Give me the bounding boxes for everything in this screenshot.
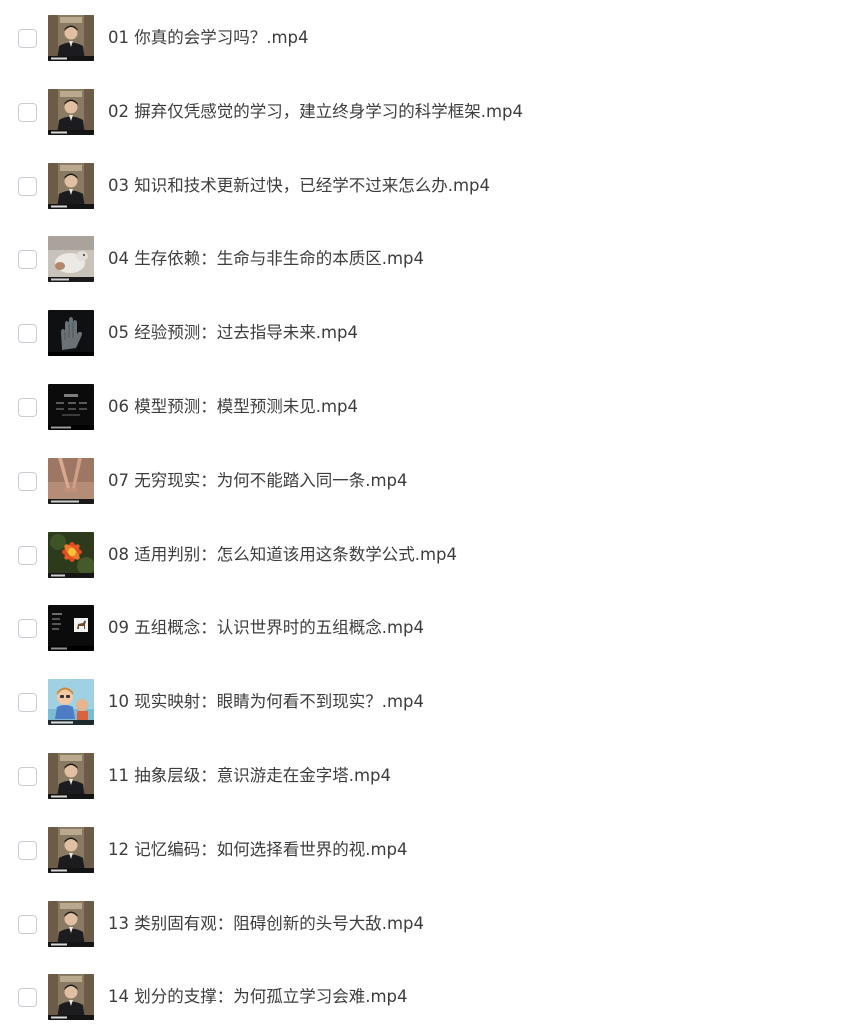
- file-name[interactable]: 02 摒弃仅凭感觉的学习，建立终身学习的科学框架.mp4: [108, 101, 523, 123]
- hand-thumbnail[interactable]: [48, 310, 94, 356]
- file-name[interactable]: 01 你真的会学习吗？.mp4: [108, 27, 309, 49]
- file-row[interactable]: 06 模型预测：模型预测未见.mp4: [0, 381, 846, 441]
- file-row[interactable]: 03 知识和技术更新过快，已经学不过来怎么办.mp4: [0, 160, 846, 220]
- file-row[interactable]: 05 经验预测：过去指导未来.mp4: [0, 307, 846, 367]
- row-checkbox[interactable]: [18, 988, 37, 1007]
- presenter-thumbnail[interactable]: [48, 901, 94, 947]
- file-name[interactable]: 05 经验预测：过去指导未来.mp4: [108, 322, 358, 344]
- file-name[interactable]: 03 知识和技术更新过快，已经学不过来怎么办.mp4: [108, 175, 490, 197]
- file-row[interactable]: 02 摒弃仅凭感觉的学习，建立终身学习的科学框架.mp4: [0, 86, 846, 146]
- file-name[interactable]: 09 五组概念：认识世界时的五组概念.mp4: [108, 617, 424, 639]
- file-row[interactable]: 08 适用判别：怎么知道该用这条数学公式.mp4: [0, 529, 846, 589]
- row-checkbox[interactable]: [18, 250, 37, 269]
- row-checkbox[interactable]: [18, 29, 37, 48]
- file-name[interactable]: 12 记忆编码：如何选择看世界的视.mp4: [108, 839, 408, 861]
- flower-thumbnail[interactable]: [48, 532, 94, 578]
- file-row[interactable]: 01 你真的会学习吗？.mp4: [0, 12, 846, 72]
- file-name[interactable]: 11 抽象层级：意识游走在金字塔.mp4: [108, 765, 391, 787]
- row-checkbox[interactable]: [18, 103, 37, 122]
- row-checkbox[interactable]: [18, 915, 37, 934]
- dark-diagram-thumbnail[interactable]: [48, 384, 94, 430]
- file-name[interactable]: 07 无穷现实：为何不能踏入同一条.mp4: [108, 470, 408, 492]
- row-checkbox[interactable]: [18, 398, 37, 417]
- presenter-thumbnail[interactable]: [48, 974, 94, 1020]
- file-row[interactable]: 09 五组概念：认识世界时的五组概念.mp4: [0, 602, 846, 662]
- file-name[interactable]: 10 现实映射：眼睛为何看不到现实？.mp4: [108, 691, 424, 713]
- file-row[interactable]: 04 生存依赖：生命与非生命的本质区.mp4: [0, 233, 846, 293]
- row-checkbox[interactable]: [18, 841, 37, 860]
- presenter-thumbnail[interactable]: [48, 753, 94, 799]
- row-checkbox[interactable]: [18, 472, 37, 491]
- row-checkbox[interactable]: [18, 767, 37, 786]
- cartoon-thumbnail[interactable]: [48, 679, 94, 725]
- horse-diagram-thumbnail[interactable]: [48, 605, 94, 651]
- file-row[interactable]: 10 现实映射：眼睛为何看不到现实？.mp4: [0, 676, 846, 736]
- file-name[interactable]: 06 模型预测：模型预测未见.mp4: [108, 396, 358, 418]
- presenter-thumbnail[interactable]: [48, 15, 94, 61]
- file-row[interactable]: 14 划分的支撑：为何孤立学习会难.mp4: [0, 971, 846, 1031]
- file-name[interactable]: 13 类别固有观：阻碍创新的头号大敌.mp4: [108, 913, 424, 935]
- sheep-thumbnail[interactable]: [48, 236, 94, 282]
- presenter-thumbnail[interactable]: [48, 89, 94, 135]
- row-checkbox[interactable]: [18, 693, 37, 712]
- presenter-thumbnail[interactable]: [48, 163, 94, 209]
- file-row[interactable]: 07 无穷现实：为何不能踏入同一条.mp4: [0, 455, 846, 515]
- presenter-thumbnail[interactable]: [48, 827, 94, 873]
- row-checkbox[interactable]: [18, 324, 37, 343]
- legs-thumbnail[interactable]: [48, 458, 94, 504]
- row-checkbox[interactable]: [18, 546, 37, 565]
- file-row[interactable]: 13 类别固有观：阻碍创新的头号大敌.mp4: [0, 898, 846, 958]
- file-list: 01 你真的会学习吗？.mp4 02 摒弃仅凭感觉的学习，建立终身学习的科学框架…: [0, 0, 846, 1024]
- file-row[interactable]: 11 抽象层级：意识游走在金字塔.mp4: [0, 750, 846, 810]
- file-name[interactable]: 04 生存依赖：生命与非生命的本质区.mp4: [108, 248, 424, 270]
- file-name[interactable]: 14 划分的支撑：为何孤立学习会难.mp4: [108, 986, 408, 1008]
- file-row[interactable]: 12 记忆编码：如何选择看世界的视.mp4: [0, 824, 846, 884]
- row-checkbox[interactable]: [18, 619, 37, 638]
- row-checkbox[interactable]: [18, 177, 37, 196]
- file-name[interactable]: 08 适用判别：怎么知道该用这条数学公式.mp4: [108, 544, 457, 566]
